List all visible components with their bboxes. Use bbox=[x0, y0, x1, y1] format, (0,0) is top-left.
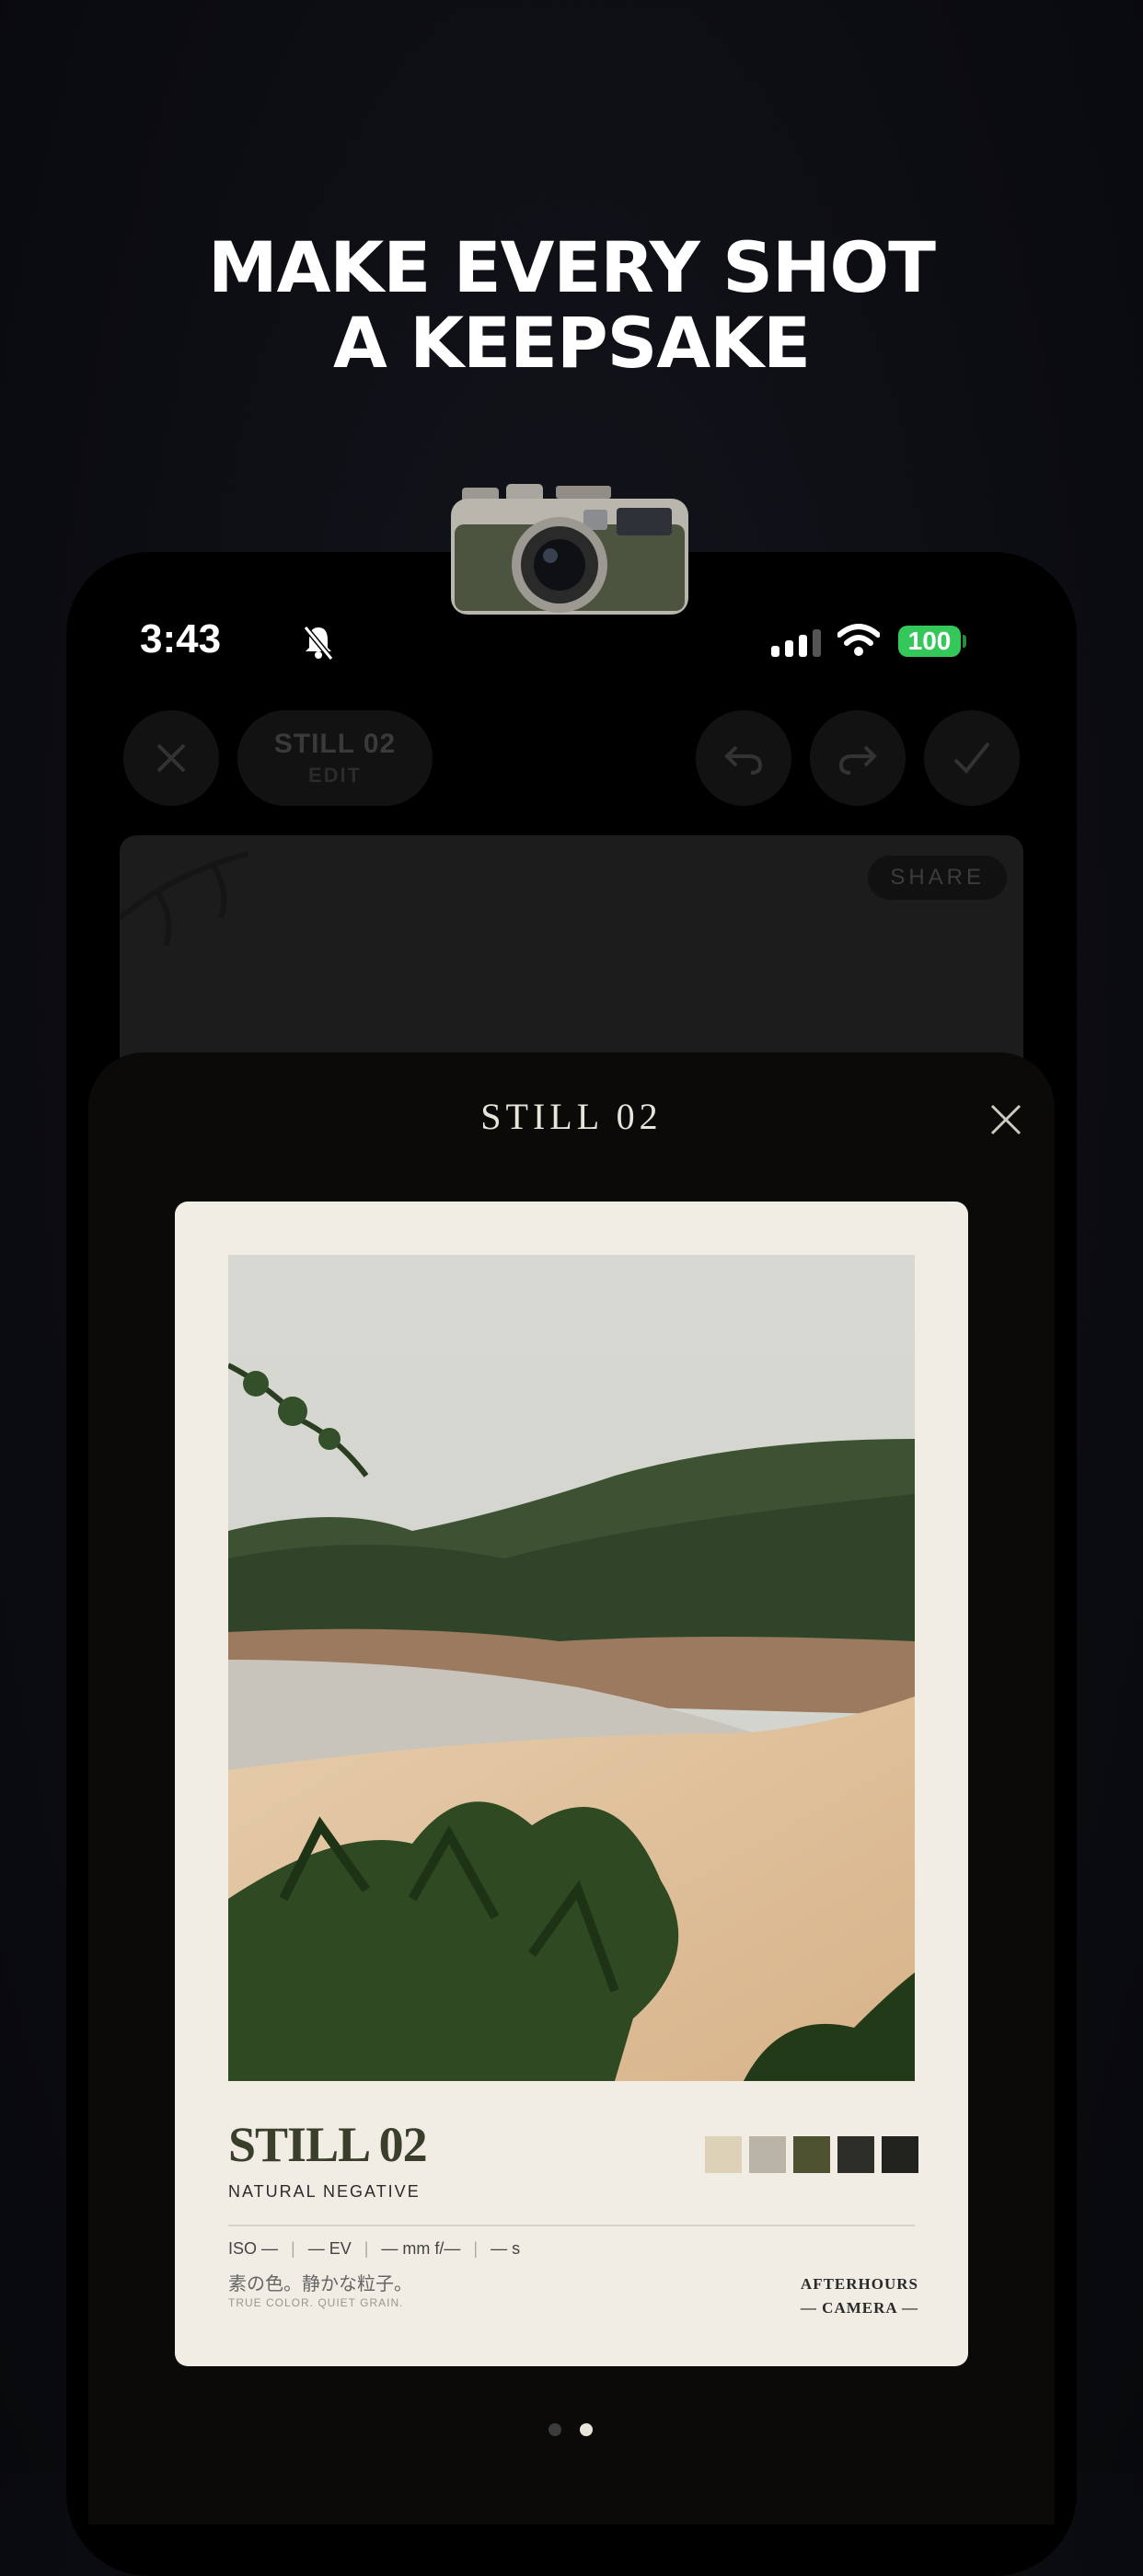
japanese-tagline: 素の色。静かな粒子。 bbox=[228, 2272, 412, 2294]
exif-separator: | bbox=[473, 2239, 479, 2258]
exif-row: ISO — | — EV | — mm f/— | — s bbox=[228, 2239, 520, 2259]
headline: MAKE EVERY SHOT A KEEPSAKE bbox=[0, 230, 1143, 381]
exif-shutter: — s bbox=[491, 2239, 521, 2258]
sheet-close-button[interactable] bbox=[987, 1100, 1025, 1139]
headline-line-1: MAKE EVERY SHOT bbox=[207, 226, 936, 308]
card-divider bbox=[228, 2225, 915, 2226]
exif-separator: | bbox=[291, 2239, 295, 2258]
exif-iso: ISO — bbox=[228, 2239, 279, 2258]
wifi-icon bbox=[837, 624, 880, 656]
exif-lens: — mm f/— bbox=[381, 2239, 461, 2258]
editor-photo-preview: SHARE bbox=[120, 835, 1023, 1075]
checkmark-icon bbox=[953, 742, 990, 774]
color-swatches bbox=[705, 2136, 918, 2173]
color-swatch bbox=[705, 2136, 742, 2173]
status-time: 3:43 bbox=[140, 616, 222, 661]
color-swatch bbox=[837, 2136, 874, 2173]
edit-pill-title: STILL 02 bbox=[273, 729, 397, 759]
close-icon bbox=[156, 743, 186, 773]
share-button[interactable]: SHARE bbox=[868, 856, 1007, 900]
card-subtitle: NATURAL NEGATIVE bbox=[228, 2182, 421, 2201]
undo-button[interactable] bbox=[696, 710, 791, 806]
brand-line-1: AFTERHOURS bbox=[800, 2275, 918, 2293]
page-indicator bbox=[548, 2423, 593, 2436]
exif-ev: — EV bbox=[307, 2239, 352, 2258]
edit-title-pill[interactable]: STILL 02 EDIT bbox=[237, 710, 433, 806]
battery-indicator: 100 bbox=[898, 626, 961, 657]
headline-line-2: A KEEPSAKE bbox=[332, 302, 811, 384]
battery-tip bbox=[963, 635, 966, 648]
brand-line-2: — CAMERA — bbox=[800, 2299, 918, 2317]
undo-icon bbox=[724, 745, 763, 775]
redo-button[interactable] bbox=[810, 710, 906, 806]
card-title: STILL 02 bbox=[228, 2117, 428, 2172]
close-editor-button[interactable] bbox=[123, 710, 219, 806]
page-dot[interactable] bbox=[580, 2423, 593, 2436]
sheet-title: STILL 02 bbox=[480, 1096, 663, 1137]
card-photo bbox=[228, 1255, 915, 2081]
color-swatch bbox=[793, 2136, 830, 2173]
confirm-button[interactable] bbox=[924, 710, 1020, 806]
redo-icon bbox=[838, 745, 877, 775]
color-swatch bbox=[749, 2136, 786, 2173]
cellular-signal-icon bbox=[771, 629, 821, 657]
page-dot[interactable] bbox=[548, 2423, 561, 2436]
brand-mark: AFTERHOURS — CAMERA — bbox=[801, 2272, 918, 2320]
card-motto: TRUE COLOR. QUIET GRAIN. bbox=[228, 2296, 404, 2309]
rangefinder-camera-icon bbox=[451, 484, 688, 615]
pine-branch-silhouette bbox=[120, 851, 249, 947]
silent-bell-icon bbox=[303, 626, 334, 661]
edit-pill-subtitle: EDIT bbox=[307, 764, 363, 787]
color-swatch bbox=[882, 2136, 918, 2173]
exif-separator: | bbox=[364, 2239, 369, 2258]
